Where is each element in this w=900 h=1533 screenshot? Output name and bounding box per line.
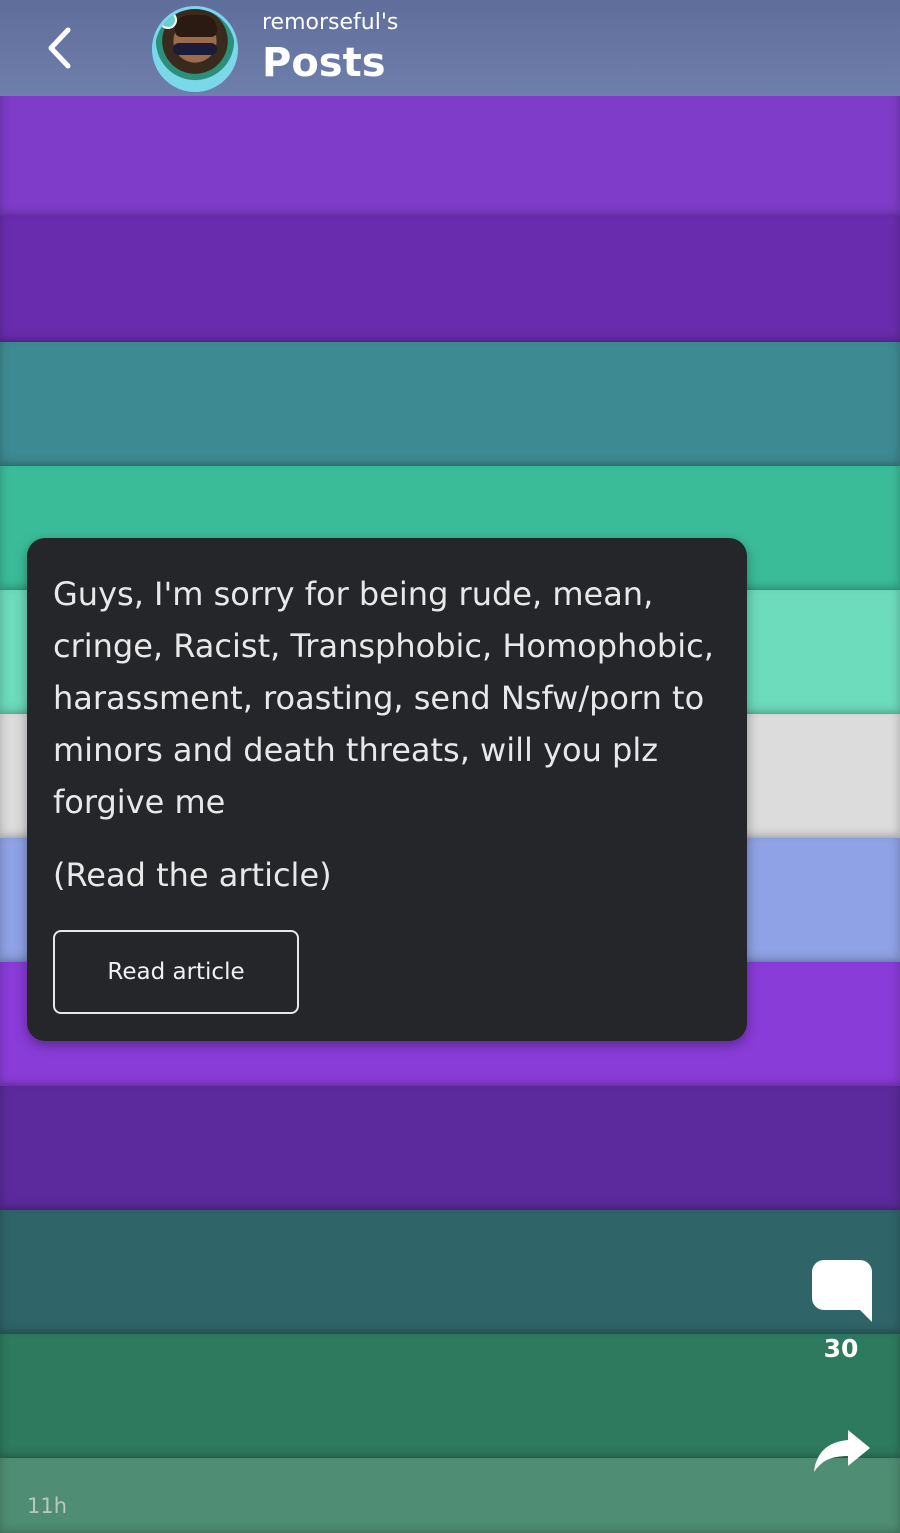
back-button[interactable] — [36, 22, 86, 72]
comment-button[interactable] — [810, 1258, 874, 1324]
post-timestamp: 11h — [27, 1494, 68, 1518]
comment-count: 30 — [823, 1334, 859, 1363]
back-icon — [48, 27, 71, 69]
header-bar: remorseful's Posts — [0, 0, 900, 96]
page-title: Posts — [262, 40, 386, 86]
owner-name: remorseful's — [262, 10, 399, 35]
read-article-button[interactable]: Read article — [53, 930, 299, 1014]
avatar-badge-icon — [159, 11, 177, 29]
comment-icon — [812, 1260, 872, 1322]
share-button[interactable] — [810, 1426, 874, 1476]
post-card: Guys, I'm sorry for being rude, mean, cr… — [27, 538, 747, 1041]
share-icon — [814, 1430, 870, 1472]
post-note: (Read the article) — [53, 856, 332, 894]
avatar[interactable] — [152, 6, 238, 92]
post-text: Guys, I'm sorry for being rude, mean, cr… — [53, 575, 714, 821]
